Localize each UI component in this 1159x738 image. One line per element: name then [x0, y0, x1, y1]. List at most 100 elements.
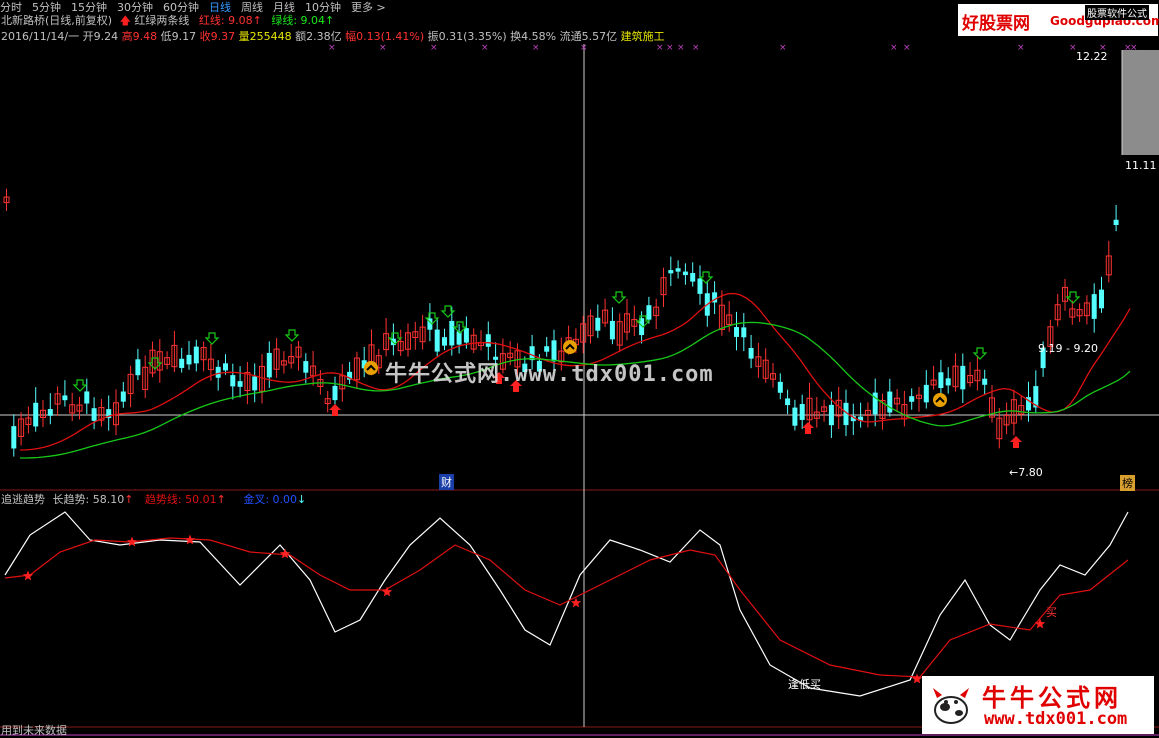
candle-body [909, 396, 915, 402]
buy-badge-icon [563, 340, 577, 354]
lower-panel-header: 追逃趋势 长趋势: 58.10↑ 趋势线: 50.01↑ 金叉: 0.00↓ [1, 493, 306, 506]
long-trend-value: 长趋势: 58.10 [52, 493, 125, 506]
finance-marker[interactable]: 财 [439, 474, 454, 490]
tdx001-logo[interactable]: 牛牛公式网 www.tdx001.com [922, 676, 1154, 734]
x-marker-icon: × [890, 43, 898, 53]
x-marker-icon: × [666, 43, 674, 53]
candle-body [544, 346, 550, 352]
star-signal-icon [911, 673, 923, 684]
lower-panel-title: 追逃趋势 [1, 493, 45, 506]
candle-body [923, 384, 929, 403]
candle-body [945, 378, 951, 386]
candle-body [828, 404, 834, 426]
golden-cross-arrow-icon: ↓ [297, 493, 307, 506]
candle-body [442, 337, 447, 346]
trend-line-arrow-icon: ↑ [216, 493, 226, 506]
candle-body [303, 361, 309, 373]
candle-body [485, 334, 491, 347]
candle-body [223, 363, 228, 371]
watermark: 牛牛公式网.www.tdx001.com [385, 362, 714, 387]
up-arrow-signal-icon [802, 422, 814, 434]
star-signal-icon [1034, 618, 1046, 629]
buy-badge-icon [933, 393, 947, 407]
down-arrow-signal-icon [72, 379, 88, 392]
candle-body [734, 327, 739, 337]
buy-badge-icon [364, 361, 378, 375]
down-arrow-signal-icon [1065, 291, 1081, 304]
candle-body [135, 359, 141, 376]
down-arrow-signal-icon [611, 291, 627, 304]
candle-body [186, 354, 192, 365]
star-signal-icon [126, 536, 138, 547]
candle-body [799, 403, 805, 420]
x-marker-icon: × [481, 43, 489, 53]
candle-body [91, 408, 97, 421]
buy-annotation: 买 [1046, 606, 1057, 619]
x-marker-icon: × [903, 43, 911, 53]
price-scale-highlight [1122, 50, 1159, 155]
x-marker-icon: × [1017, 43, 1025, 53]
x-marker-icon: × [580, 43, 588, 53]
candle-body [668, 270, 674, 274]
candle-body [193, 346, 199, 364]
price-label-low: ←7.80 [1009, 466, 1043, 479]
rank-marker[interactable]: 榜 [1120, 475, 1135, 491]
candle-body [960, 365, 966, 390]
candle-body [62, 395, 68, 401]
candle-body [777, 381, 783, 393]
candle-body [1113, 219, 1119, 225]
candle-body [748, 347, 754, 359]
candle-body [230, 375, 236, 387]
cow-mascot-icon [933, 688, 969, 724]
candle-body [449, 320, 455, 346]
candle-body [609, 320, 615, 340]
star-signal-icon [279, 548, 291, 559]
x-marker-icon: × [779, 43, 787, 53]
candle-body [982, 378, 988, 385]
golden-cross-value: 金叉: 0.00 [243, 493, 298, 506]
candle-body [1099, 289, 1104, 309]
candle-body [690, 273, 696, 282]
candle-body [938, 372, 944, 389]
candle-body [785, 398, 791, 406]
long-trend-arrow-icon: ↑ [124, 493, 134, 506]
up-arrow-signal-icon [1010, 436, 1022, 448]
candle-body [595, 317, 601, 331]
candle-body [237, 381, 243, 387]
buy-low-annotation: 逢低买 [788, 678, 821, 691]
logo-url: www.tdx001.com [984, 709, 1128, 729]
candle-body [463, 328, 469, 343]
candle-body [697, 278, 703, 294]
price-label-low-value: 7.80 [1018, 466, 1043, 479]
x-marker-icon: × [430, 43, 438, 53]
price-label-latest: 11.11 [1125, 159, 1157, 172]
price-label-range: 9.19 - 9.20 [1038, 342, 1098, 355]
candle-body [434, 329, 440, 352]
star-signal-icon [184, 534, 196, 545]
x-marker-icon: × [532, 43, 540, 53]
x-marker-icon: × [1130, 43, 1138, 53]
candle-body [33, 402, 39, 427]
candle-body [11, 426, 17, 449]
candle-body [332, 385, 338, 401]
candle-body [179, 358, 185, 368]
candle-body [120, 391, 126, 402]
star-signal-icon [381, 586, 393, 597]
candle-body [456, 331, 462, 345]
x-marker-icon: × [692, 43, 700, 53]
candle-body [47, 409, 53, 416]
candle-body [84, 391, 90, 404]
candle-body [792, 407, 798, 426]
trend-line-value: 趋势线: 50.01 [144, 493, 217, 506]
down-arrow-signal-icon [204, 332, 220, 345]
candle-body [675, 268, 681, 272]
x-marker-icon: × [328, 43, 336, 53]
candle-body [215, 366, 221, 378]
candle-body [741, 327, 747, 338]
candle-body [682, 271, 688, 276]
x-marker-icon: × [677, 43, 685, 53]
star-signal-icon [22, 570, 34, 581]
x-marker-icon: × [379, 43, 387, 53]
down-arrow-signal-icon [284, 329, 300, 342]
candle-body [1091, 294, 1097, 319]
